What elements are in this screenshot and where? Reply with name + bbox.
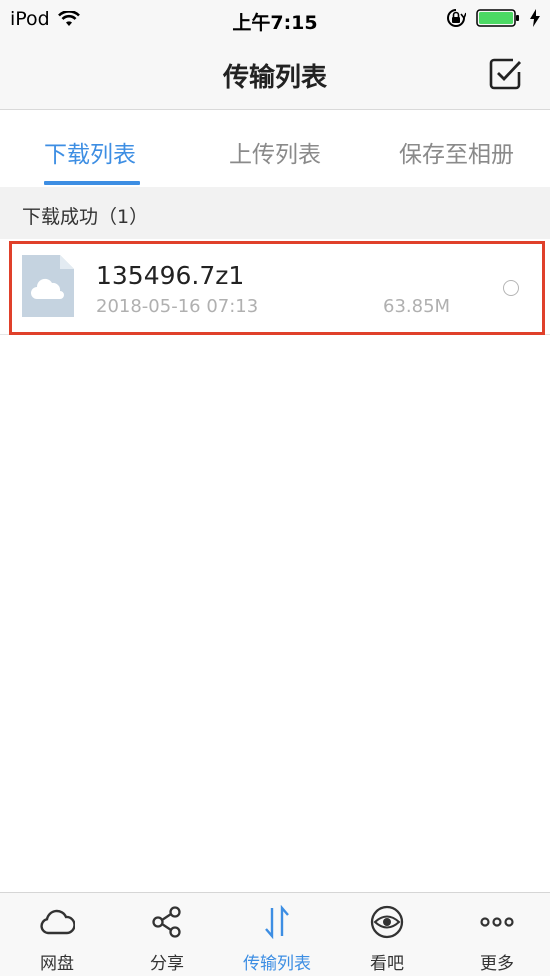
eye-icon [370,905,404,939]
more-icon [480,917,514,927]
tab-download-list[interactable]: 下载列表 [44,135,136,169]
tabbar-label: 更多 [480,954,514,974]
tabbar-label: 分享 [150,954,184,974]
tabbar-label: 传输列表 [243,954,311,974]
status-right [446,8,540,28]
section-label: 下载成功（1） [22,206,149,228]
tabbar-item-transfer[interactable]: 传输列表 [222,893,332,977]
transfer-tabs: 下载列表 上传列表 保存至相册 [0,111,550,187]
tabbar-item-netdisk[interactable]: 网盘 [2,893,112,977]
cloud-file-icon [22,255,74,317]
status-bar: iPod 上午7:15 [0,0,550,38]
bottom-tab-bar: 网盘 分享 传输列表 看吧 更多 [0,892,550,976]
transfer-icon [265,905,289,939]
list-item[interactable]: 135496.7z1 2018-05-16 07:13 63.85M [0,239,550,335]
file-name: 135496.7z1 [96,261,245,290]
tabbar-item-watch[interactable]: 看吧 [332,893,442,977]
file-size: 63.85M [383,296,451,317]
tab-upload-list[interactable]: 上传列表 [229,135,321,169]
charging-icon [530,9,540,27]
tabbar-label: 看吧 [370,954,404,974]
checkbox-icon[interactable] [488,57,522,91]
cloud-icon [40,909,75,935]
page-title: 传输列表 [222,63,327,93]
select-radio[interactable] [503,280,519,296]
section-header: 下载成功（1） [0,187,550,239]
battery-icon [476,9,519,27]
tab-save-to-album[interactable]: 保存至相册 [399,135,514,169]
navigation-bar: 传输列表 [0,38,550,110]
active-tab-indicator [44,181,140,185]
file-date: 2018-05-16 07:13 [96,296,259,317]
tabbar-label: 网盘 [40,954,74,974]
tabbar-item-more[interactable]: 更多 [442,893,550,977]
share-icon [152,906,181,938]
tabbar-item-share[interactable]: 分享 [112,893,222,977]
highlight-box [9,241,545,335]
orientation-lock-icon [447,9,466,27]
